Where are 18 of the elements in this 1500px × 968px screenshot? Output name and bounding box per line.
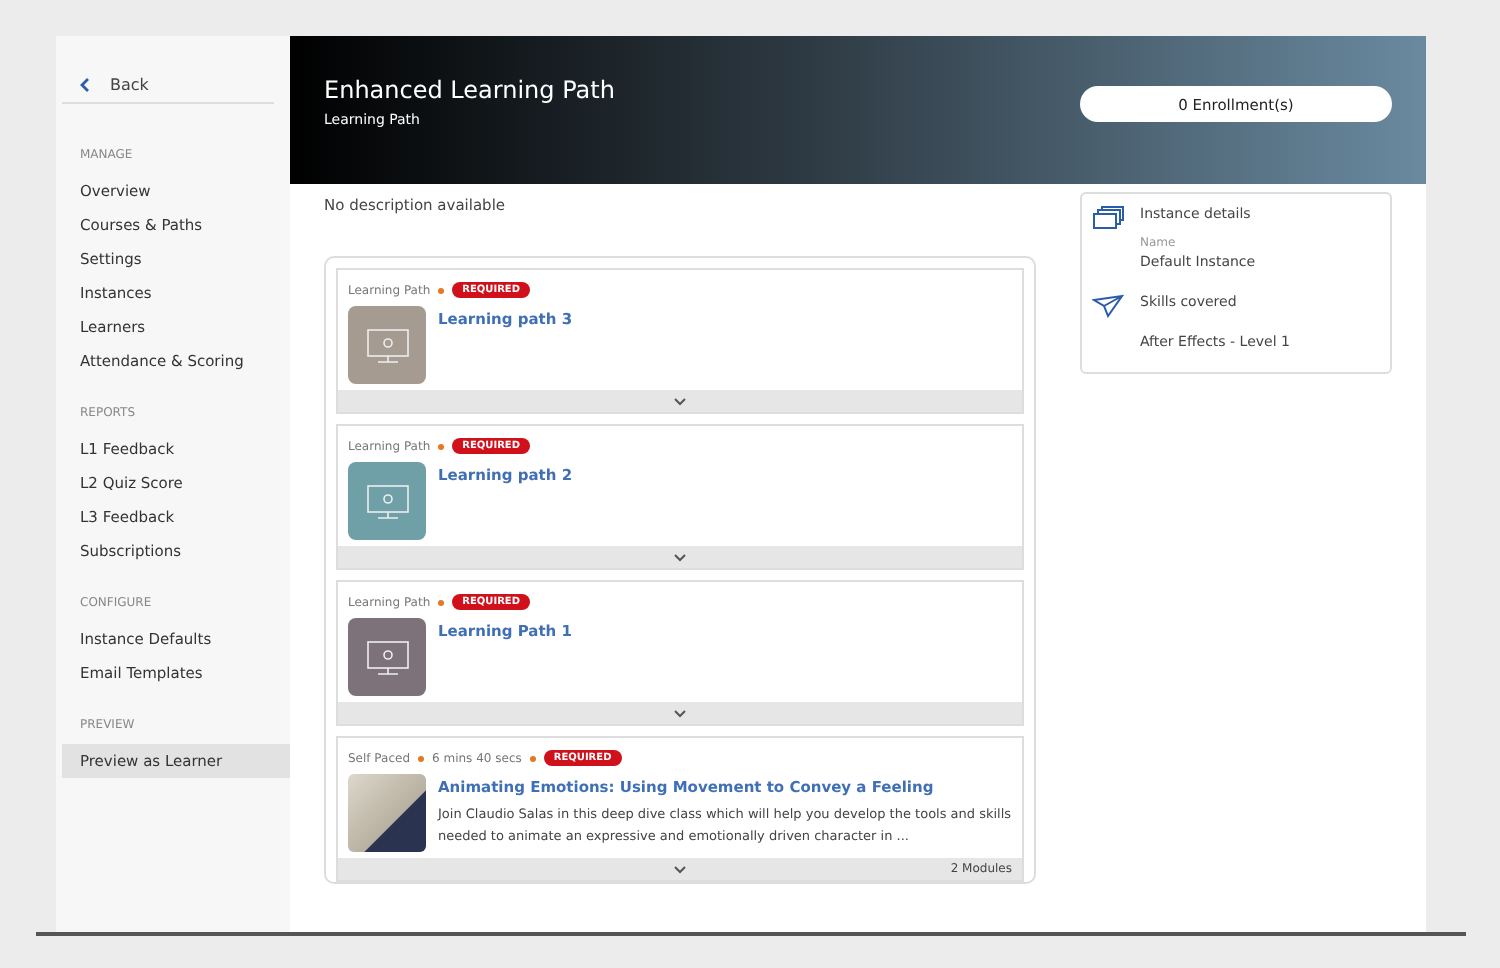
expand-chevron-icon[interactable]	[674, 397, 686, 405]
monitor-icon	[365, 483, 409, 519]
separator-dot	[438, 599, 445, 605]
monitor-icon	[365, 327, 409, 363]
expand-chevron-icon[interactable]	[674, 865, 686, 873]
expand-chevron-icon[interactable]	[674, 553, 686, 561]
separator-dot	[438, 443, 445, 449]
separator-dot	[529, 755, 536, 761]
expand-chevron-icon[interactable]	[674, 709, 686, 717]
page-title: Enhanced Learning Path	[324, 76, 615, 104]
photo-placeholder	[348, 774, 426, 852]
back-button[interactable]: Back	[62, 68, 274, 104]
separator-dot	[438, 287, 445, 293]
chevron-left-icon	[80, 78, 90, 92]
paper-plane-icon	[1092, 294, 1124, 318]
monitor-icon	[365, 639, 409, 675]
separator-dot	[418, 755, 425, 761]
stacked-cards-icon	[1092, 206, 1124, 230]
